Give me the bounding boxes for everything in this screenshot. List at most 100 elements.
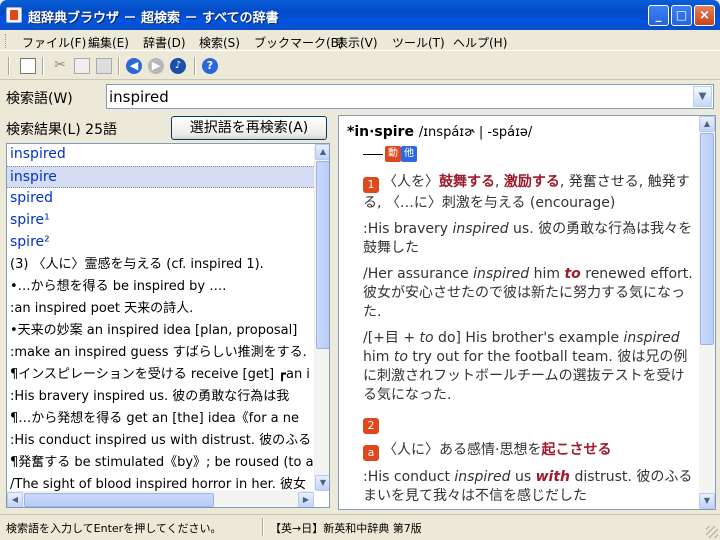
- status-bar: 検索語を入力してEnterを押してください。 【英→日】新英和中辞典 第7版: [0, 514, 720, 540]
- list-item[interactable]: •…から想を得る be inspired by ….: [7, 276, 314, 298]
- cut-icon[interactable]: ✂: [52, 58, 68, 74]
- sense-2: 2 a 〈人に〉ある感情·思想を起こさせる :His conduct inspir…: [363, 413, 697, 506]
- window-title: 超辞典ブラウザ － 超検索 － すべての辞書: [28, 11, 279, 26]
- help-icon[interactable]: ?: [202, 58, 218, 74]
- chevron-down-icon[interactable]: ▼: [693, 86, 712, 107]
- scroll-left-icon[interactable]: ◀: [7, 492, 23, 507]
- pronunciation: /ɪnspáɪɚ | -spáɪə/: [418, 125, 533, 140]
- example-text: him: [363, 349, 394, 365]
- menu-bar: ファイル(F) 編集(E) 辞書(D) 検索(S) ブックマーク(B) 表示(V…: [0, 30, 720, 51]
- menu-dictionary[interactable]: 辞書(D): [143, 34, 186, 51]
- scroll-right-icon[interactable]: ▶: [298, 492, 314, 507]
- menubar-grip[interactable]: [5, 34, 8, 48]
- menu-search[interactable]: 検索(S): [199, 34, 240, 51]
- close-button[interactable]: ×: [694, 5, 715, 26]
- copy-icon[interactable]: [74, 58, 90, 74]
- sense-text: 〈人を〉: [383, 174, 439, 190]
- list-item[interactable]: ¶…から発想を得る get an [the] idea《for a ne: [7, 408, 314, 430]
- status-dictionary: 【英→日】新英和中辞典 第7版: [270, 522, 422, 535]
- list-item[interactable]: •天来の妙案 an inspired idea [plan, proposal]: [7, 320, 314, 342]
- sense-keyword: 鼓舞する: [439, 174, 495, 190]
- forward-icon[interactable]: ▶: [148, 58, 164, 74]
- paste-icon[interactable]: [96, 58, 112, 74]
- toolbar: ✂ ◀ ▶ ♪ ?: [0, 52, 720, 80]
- menu-help[interactable]: ヘルプ(H): [453, 34, 507, 51]
- toolbar-separator: [42, 57, 44, 75]
- results-list[interactable]: inspired inspire spired spire¹ spire² (3…: [6, 143, 330, 508]
- scroll-up-icon[interactable]: ▲: [315, 144, 329, 160]
- list-item[interactable]: /The sight of blood inspired horror in h…: [7, 474, 314, 491]
- menu-bookmark[interactable]: ブックマーク(B): [254, 34, 344, 51]
- scroll-down-icon[interactable]: ▼: [699, 493, 715, 509]
- maximize-button[interactable]: □: [671, 5, 692, 26]
- list-item[interactable]: ¶発奮する be stimulated《by》; be roused (to a: [7, 452, 314, 474]
- menu-edit[interactable]: 編集(E): [88, 34, 129, 51]
- minimize-button[interactable]: _: [648, 5, 669, 26]
- app-icon[interactable]: [6, 7, 22, 23]
- example-bold: to: [564, 266, 581, 282]
- list-horizontal-scrollbar[interactable]: ◀ ▶: [7, 491, 314, 507]
- list-hscroll-thumb[interactable]: [24, 493, 214, 507]
- back-icon[interactable]: ◀: [126, 58, 142, 74]
- list-vertical-scrollbar[interactable]: ▲ ▼: [314, 144, 329, 491]
- menu-file[interactable]: ファイル(F): [22, 34, 86, 51]
- entry-scroll-thumb[interactable]: [700, 133, 714, 345]
- list-item[interactable]: spire²: [7, 232, 314, 254]
- pos-transitive-badge: 他: [401, 146, 417, 162]
- toolbar-separator: [118, 57, 120, 75]
- list-scroll-thumb[interactable]: [316, 161, 329, 349]
- example-text: :His conduct: [363, 469, 455, 485]
- list-item[interactable]: spire¹: [7, 210, 314, 232]
- part-of-speech: 動他: [363, 146, 697, 164]
- resize-grip-icon[interactable]: [706, 526, 718, 538]
- list-item[interactable]: :make an inspired guess すばらしい推測をする.: [7, 342, 314, 364]
- example-text: us: [510, 469, 536, 485]
- example-text: try out for the football team. 彼は兄の例に刺激さ…: [363, 349, 688, 403]
- search-label: 検索語(W): [6, 91, 73, 107]
- scroll-down-icon[interactable]: ▼: [315, 475, 329, 491]
- results-list-items: inspired inspire spired spire¹ spire² (3…: [7, 144, 314, 491]
- list-item[interactable]: :His conduct inspired us with distrust. …: [7, 430, 314, 452]
- list-item[interactable]: :His bravery inspired us. 彼の勇敢な行為は我: [7, 386, 314, 408]
- list-item[interactable]: inspired: [7, 144, 314, 166]
- title-bar[interactable]: 超辞典ブラウザ － 超検索 － すべての辞書 _ □ ×: [0, 0, 720, 30]
- sense-number: 2: [363, 418, 379, 434]
- entry-vertical-scrollbar[interactable]: ▲ ▼: [699, 116, 715, 509]
- menu-view[interactable]: 表示(V): [336, 34, 378, 51]
- list-item-selected[interactable]: inspire: [7, 166, 314, 188]
- scroll-up-icon[interactable]: ▲: [699, 116, 715, 132]
- research-selected-button[interactable]: 選択語を再検索(A): [171, 116, 327, 140]
- entry-content: *in·spire /ɪnspáɪɚ | -spáɪə/ 動他 1 〈人を〉鼓舞す…: [347, 124, 697, 506]
- menu-tools[interactable]: ツール(T): [392, 34, 445, 51]
- search-combobox[interactable]: ▼: [106, 84, 714, 109]
- results-count-label: 検索結果(L) 25語: [6, 122, 117, 138]
- entry-pane[interactable]: *in·spire /ɪnspáɪɚ | -spáɪə/ 動他 1 〈人を〉鼓舞す…: [338, 115, 716, 510]
- pos-verb-badge: 動: [385, 146, 401, 162]
- example-bold: with: [535, 469, 570, 485]
- example-4: :His conduct inspired us with distrust. …: [363, 468, 697, 506]
- list-item[interactable]: :an inspired poet 天来の詩人.: [7, 298, 314, 320]
- list-item[interactable]: spired: [7, 188, 314, 210]
- list-item[interactable]: (3) 〈人に〉霊感を与える (cf. inspired 1).: [7, 254, 314, 276]
- example-text: do] His brother's example: [433, 330, 624, 346]
- speaker-icon[interactable]: ♪: [170, 58, 186, 74]
- subsense-letter: a: [363, 445, 379, 461]
- example-italic: inspired: [454, 469, 511, 485]
- sense-text: ,: [495, 174, 504, 190]
- example-italic: inspired: [473, 266, 530, 282]
- example-italic: to: [419, 330, 434, 346]
- example-1: :His bravery inspired us. 彼の勇敢な行為は我々を鼓舞し…: [363, 220, 697, 258]
- new-document-icon[interactable]: [20, 58, 36, 74]
- headword: *in·spire /ɪnspáɪɚ | -spáɪə/: [347, 124, 697, 140]
- example-italic: to: [393, 349, 408, 365]
- example-text: /Her assurance: [363, 266, 474, 282]
- example-3: /[+目 + to do] His brother's example insp…: [363, 329, 697, 405]
- list-item[interactable]: ¶インスピレーションを受ける receive [get] ┏an i: [7, 364, 314, 386]
- example-text: /[+目 +: [363, 330, 420, 346]
- sense-1: 1 〈人を〉鼓舞する, 激励する, 発奮させる, 触発する, 〈…に〉刺激を与える…: [363, 172, 697, 405]
- toolbar-grip: [8, 57, 10, 75]
- sense-keyword: 激励する: [503, 174, 560, 190]
- status-message: 検索語を入力してEnterを押してください。: [6, 522, 222, 535]
- search-input[interactable]: [109, 86, 689, 107]
- toolbar-separator: [194, 57, 196, 75]
